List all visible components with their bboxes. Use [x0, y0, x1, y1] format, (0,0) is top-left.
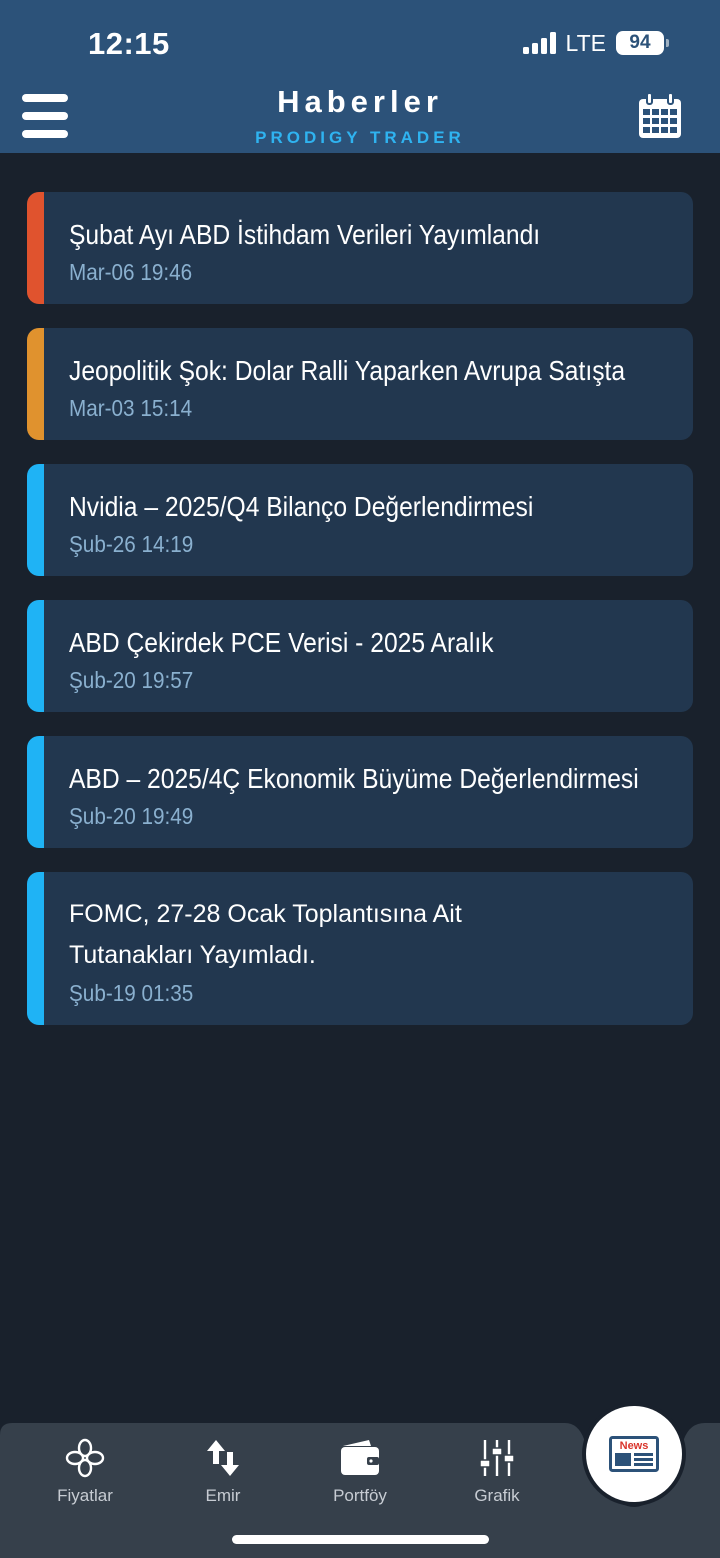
news-accent-bar: [27, 736, 44, 848]
battery-icon: 94: [616, 31, 669, 55]
news-accent-bar: [27, 600, 44, 712]
news-title: FOMC, 27-28 Ocak Toplantısına Ait Tutana…: [69, 900, 462, 969]
brand-subtitle: PRODIGY TRADER: [255, 128, 465, 147]
tab-portfoy[interactable]: Portföy: [300, 1438, 420, 1506]
news-date: Şub-20 19:57: [69, 667, 194, 693]
news-icon: News: [609, 1436, 659, 1472]
tab-grafik[interactable]: Grafik: [437, 1438, 557, 1506]
network-type: LTE: [565, 29, 606, 56]
battery-level: 94: [629, 32, 651, 53]
tab-label: Portföy: [333, 1486, 387, 1505]
page-title: Haberler: [277, 84, 443, 119]
news-item[interactable]: Jeopolitik Şok: Dolar Ralli Yaparken Avr…: [27, 328, 693, 440]
news-title: ABD – 2025/4Ç Ekonomik Büyüme Değerlendi…: [69, 763, 639, 794]
news-accent-bar: [27, 328, 44, 440]
news-item[interactable]: ABD Çekirdek PCE Verisi - 2025 Aralık Şu…: [27, 600, 693, 712]
news-title: Şubat Ayı ABD İstihdam Verileri Yayımlan…: [69, 219, 541, 250]
wallet-icon: [341, 1440, 379, 1475]
app-header: 12:15 LTE 94 Haberler PRODIGY TRADER: [0, 0, 720, 153]
news-date: Şub-19 01:35: [69, 980, 194, 1006]
news-title: Jeopolitik Şok: Dolar Ralli Yaparken Avr…: [69, 355, 626, 386]
signal-icon: [522, 32, 556, 54]
chart-sliders-icon: [479, 1440, 515, 1476]
news-date: Mar-03 15:14: [69, 395, 193, 421]
news-list: Şubat Ayı ABD İstihdam Verileri Yayımlan…: [27, 192, 693, 1049]
news-item[interactable]: ABD – 2025/4Ç Ekonomik Büyüme Değerlendi…: [27, 736, 693, 848]
status-time: 12:15: [88, 26, 170, 61]
order-arrows-icon: [207, 1440, 239, 1476]
news-icon-label: News: [620, 1440, 649, 1452]
status-indicators: LTE 94: [522, 29, 669, 57]
tab-label: Emir: [205, 1486, 241, 1505]
news-accent-bar: [27, 464, 44, 576]
news-accent-bar: [27, 192, 44, 304]
tab-emir[interactable]: Emir: [163, 1438, 283, 1506]
prices-icon: [65, 1438, 105, 1478]
news-tab-button[interactable]: News: [586, 1406, 682, 1502]
home-indicator: [232, 1535, 489, 1544]
tab-label: Grafik: [474, 1486, 520, 1505]
news-date: Şub-20 19:49: [69, 803, 194, 829]
news-item[interactable]: FOMC, 27-28 Ocak Toplantısına Ait Tutana…: [27, 872, 693, 1025]
news-date: Şub-26 14:19: [69, 531, 194, 557]
news-title: Nvidia – 2025/Q4 Bilanço Değerlendirmesi: [69, 491, 534, 522]
news-date: Mar-06 19:46: [69, 259, 193, 285]
title-block: Haberler PRODIGY TRADER: [0, 84, 720, 148]
calendar-icon[interactable]: [637, 92, 683, 140]
news-accent-bar: [27, 872, 44, 1025]
tab-fiyatlar[interactable]: Fiyatlar: [25, 1438, 145, 1506]
news-title: ABD Çekirdek PCE Verisi - 2025 Aralık: [69, 627, 494, 658]
news-item[interactable]: Nvidia – 2025/Q4 Bilanço Değerlendirmesi…: [27, 464, 693, 576]
news-item[interactable]: Şubat Ayı ABD İstihdam Verileri Yayımlan…: [27, 192, 693, 304]
tab-label: Fiyatlar: [57, 1486, 113, 1505]
